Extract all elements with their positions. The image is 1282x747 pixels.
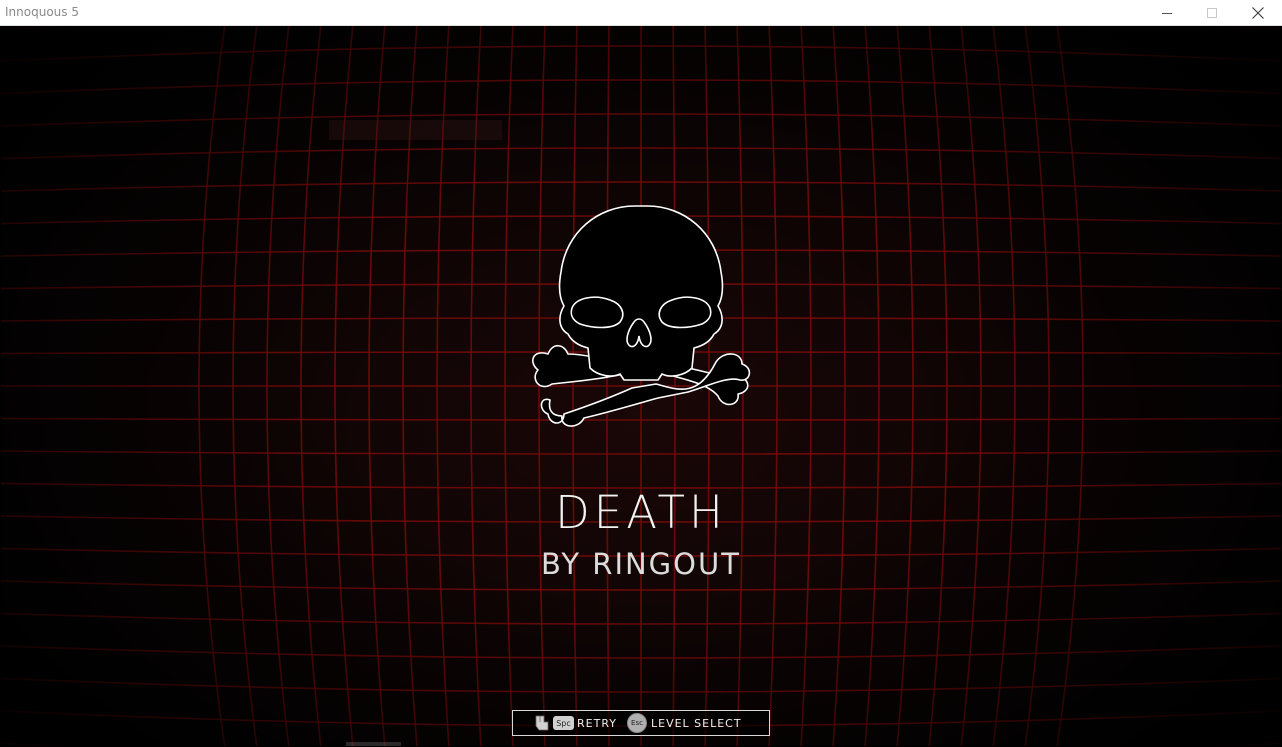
faded-hud-text [346,742,401,746]
window-title: Innoquous 5 [5,5,79,19]
escape-key-icon: Esc [626,713,647,733]
retry-button[interactable]: RETRY [577,717,617,730]
close-button[interactable] [1235,0,1281,26]
game-window: Innoquous 5 DEATH BY RINGOUT Spc RETRY E… [0,0,1282,747]
mouse-click-icon [535,715,549,731]
faded-hud-bar [329,120,502,140]
game-viewport[interactable]: DEATH BY RINGOUT Spc RETRY Esc LEVEL SEL… [1,26,1281,746]
level-select-button[interactable]: LEVEL SELECT [651,717,742,730]
maximize-button[interactable] [1189,0,1235,26]
death-cause: BY RINGOUT [541,547,741,581]
minimize-icon [1162,13,1172,14]
close-icon [1252,7,1264,19]
minimize-button[interactable] [1144,0,1190,26]
title-bar[interactable]: Innoquous 5 [0,0,1282,26]
maximize-icon [1207,8,1217,18]
space-key-icon: Spc [553,716,574,730]
skull-and-crossbones-icon [532,205,751,427]
action-prompt: Spc RETRY Esc LEVEL SELECT [512,710,770,736]
death-title: DEATH [555,486,727,539]
